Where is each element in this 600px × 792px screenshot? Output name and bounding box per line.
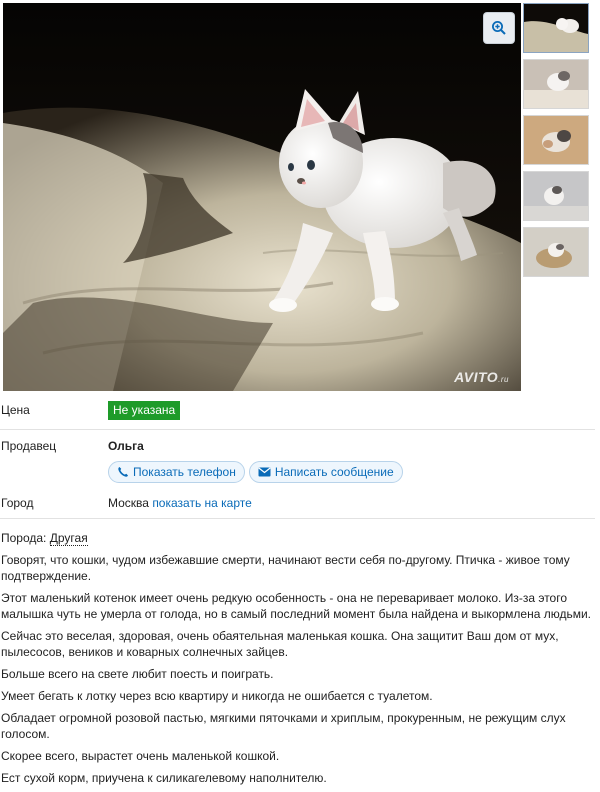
show-phone-label: Показать телефон <box>133 465 236 479</box>
divider <box>0 518 595 519</box>
thumbnail-3[interactable] <box>523 115 589 165</box>
description-paragraph: Сейчас это веселая, здоровая, очень обая… <box>1 629 559 659</box>
thumbnail-2-image <box>524 60 588 108</box>
breed-row: Порода: Другая <box>1 530 597 546</box>
thumbnail-1-image <box>524 4 588 52</box>
divider <box>0 429 595 430</box>
description-paragraph: Этот маленький котенок имеет очень редку… <box>1 591 592 621</box>
kitten-photo <box>3 3 521 391</box>
city-value: Москва <box>108 496 149 510</box>
price-badge: Не указана <box>108 401 181 420</box>
thumbnail-2[interactable] <box>523 59 589 109</box>
write-message-button[interactable]: Написать сообщение <box>248 461 403 483</box>
show-phone-button[interactable]: Показать телефон <box>108 461 245 483</box>
write-message-label: Написать сообщение <box>274 465 394 479</box>
city-label: Город <box>1 496 34 510</box>
phone-icon <box>118 467 128 477</box>
thumbnail-strip <box>523 3 589 283</box>
breed-link[interactable]: Другая <box>49 531 88 546</box>
main-photo[interactable]: AVITO.ru <box>3 3 521 391</box>
zoom-button[interactable] <box>484 13 514 43</box>
description-paragraph: Говорят, что кошки, чудом избежавшие сме… <box>1 553 570 583</box>
thumbnail-3-image <box>524 116 588 164</box>
seller-name: Ольга <box>108 439 144 453</box>
description-paragraph: Обладает огромной розовой пастью, мягким… <box>1 711 566 741</box>
contact-buttons: Показать телефон Написать сообщение <box>108 461 403 483</box>
envelope-icon <box>258 467 271 477</box>
avito-watermark: AVITO.ru <box>454 369 509 385</box>
thumbnail-1[interactable] <box>523 3 589 53</box>
description-paragraph: Больше всего на свете любит поесть и пои… <box>1 667 274 681</box>
description: Порода: Другая Говорят, что кошки, чудом… <box>1 530 597 792</box>
breed-label: Порода: <box>1 531 47 545</box>
show-on-map-link[interactable]: показать на карте <box>152 496 252 510</box>
seller-label: Продавец <box>1 439 57 453</box>
price-label: Цена <box>1 403 30 417</box>
description-paragraph: Ест сухой корм, приучена к силикагелевом… <box>1 771 327 785</box>
thumbnail-4-image <box>524 172 588 220</box>
price-value: Не указана <box>108 401 181 420</box>
thumbnail-4[interactable] <box>523 171 589 221</box>
description-paragraph: Скорее всего, вырастет очень маленькой к… <box>1 749 280 763</box>
city-row: Москва показать на карте <box>108 496 252 510</box>
thumbnail-5[interactable] <box>523 227 589 277</box>
description-paragraph: Умеет бегать к лотку через всю квартиру … <box>1 689 433 703</box>
thumbnail-5-image <box>524 228 588 276</box>
zoom-in-icon <box>492 21 506 35</box>
